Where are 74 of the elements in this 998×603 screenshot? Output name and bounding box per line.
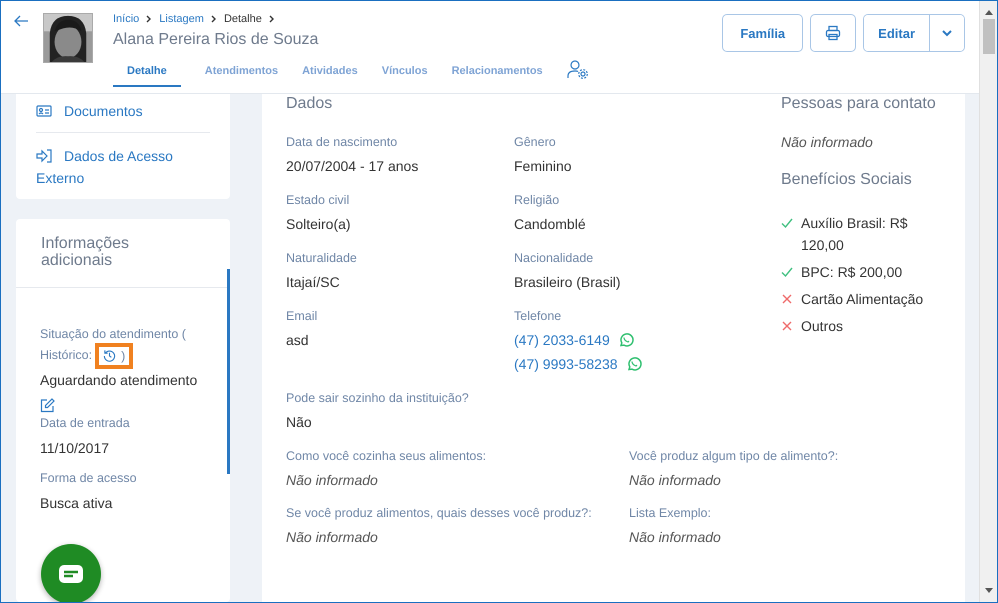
scroll-up-icon[interactable] bbox=[984, 9, 992, 15]
breadcrumb-link[interactable]: Listagem bbox=[159, 13, 204, 25]
tab[interactable]: Atividades bbox=[302, 57, 358, 87]
sidebar-link[interactable]: Dados de Acesso Externo bbox=[36, 132, 210, 199]
chevron-right-icon bbox=[268, 15, 276, 23]
field-label: Data de nascimento bbox=[286, 134, 398, 151]
section-title: Benefícios Sociais bbox=[781, 170, 913, 190]
section-title: Pessoas para contato bbox=[781, 94, 937, 114]
field-label: ) bbox=[121, 348, 126, 362]
field-value: Não informado bbox=[781, 133, 874, 152]
chevron-down-icon bbox=[942, 30, 952, 36]
tab[interactable]: Atendimentos bbox=[204, 57, 278, 87]
field-label: Naturalidade bbox=[286, 250, 358, 267]
chevron-right-icon bbox=[210, 15, 218, 23]
whatsapp-icon[interactable] bbox=[626, 356, 642, 372]
scrollbar-thumb[interactable] bbox=[982, 19, 994, 54]
breadcrumb-link[interactable]: Início bbox=[113, 13, 140, 25]
benefit-label: BPC: R$ 200,00 bbox=[801, 263, 902, 282]
user-settings-icon[interactable] bbox=[566, 59, 589, 79]
id-card-icon bbox=[36, 104, 52, 118]
field-value: Aguardando atendimento bbox=[40, 372, 198, 388]
field-label: Telefone bbox=[514, 308, 562, 325]
field-value: Não informado bbox=[286, 471, 379, 490]
field-value: 20/07/2004 - 17 anos bbox=[286, 157, 420, 176]
field-label: Data de entrada bbox=[40, 415, 131, 432]
phone-link[interactable]: (47) 9993-58238 bbox=[514, 354, 618, 374]
tab[interactable]: Vínculos bbox=[382, 57, 428, 87]
tab[interactable]: Detalhe bbox=[113, 57, 181, 87]
field-label: Email bbox=[286, 308, 318, 325]
field-value: Não informado bbox=[629, 471, 722, 490]
field-label: Você produz algum tipo de alimento?: bbox=[629, 448, 840, 465]
chevron-right-icon bbox=[145, 15, 154, 23]
history-icon[interactable] bbox=[103, 349, 116, 362]
chat-icon bbox=[59, 565, 83, 583]
field-label: Religião bbox=[514, 192, 560, 209]
tab[interactable]: Relacionamentos bbox=[452, 57, 543, 87]
field-label: Forma de acesso bbox=[40, 470, 138, 487]
field-label: Situação do atendimento ( bbox=[40, 326, 187, 343]
field-value: Não bbox=[286, 413, 313, 432]
field-value: Busca ativa bbox=[40, 495, 114, 511]
field-label: Lista Exemplo: bbox=[629, 505, 712, 522]
field-label: Pode sair sozinho da instituição? bbox=[286, 390, 470, 407]
field-label: Estado civil bbox=[286, 192, 350, 209]
history-label: Histórico: bbox=[40, 347, 92, 364]
card-title: Informações adicionais bbox=[16, 219, 227, 288]
field-value: Candomblé bbox=[514, 215, 587, 234]
whatsapp-icon[interactable] bbox=[618, 332, 634, 348]
family-button[interactable]: Família bbox=[722, 14, 804, 52]
benefit-label: Auxílio Brasil: R$ 120,00 bbox=[801, 214, 909, 255]
sidebar-link[interactable]: Documentos bbox=[36, 94, 210, 132]
benefit-label: Outros bbox=[801, 317, 844, 336]
sign-in-icon bbox=[36, 149, 52, 163]
field-label: Se você produz alimentos, quais desses você produz?: bbox=[286, 505, 593, 522]
field-value: Brasileiro (Brasil) bbox=[514, 273, 622, 292]
edit-icon[interactable] bbox=[40, 398, 55, 413]
field-label: Como você cozinha seus alimentos: bbox=[286, 448, 488, 465]
field-value: asd bbox=[286, 331, 310, 350]
breadcrumb-link[interactable]: Detalhe bbox=[224, 13, 262, 25]
person-name: Alana Pereira Rios de Souza bbox=[113, 31, 320, 49]
field-label: Nacionalidade bbox=[514, 250, 594, 267]
field-value: Não informado bbox=[629, 528, 722, 547]
section-title: Dados bbox=[286, 94, 334, 114]
phone-link[interactable]: (47) 2033-6149 bbox=[514, 330, 610, 350]
field-value: Feminino bbox=[514, 157, 573, 176]
print-button[interactable] bbox=[810, 14, 856, 52]
field-value: Solteiro(a) bbox=[286, 215, 352, 234]
field-value: Itajaí/SC bbox=[286, 273, 341, 292]
scroll-down-icon[interactable] bbox=[984, 588, 992, 594]
field-label: Gênero bbox=[514, 134, 557, 151]
scrollbar[interactable] bbox=[979, 1, 997, 602]
field-value: 11/10/2017 bbox=[40, 440, 110, 456]
benefit-label: Cartão Alimentação bbox=[801, 290, 924, 309]
printer-icon bbox=[825, 25, 842, 41]
field-value: Não informado bbox=[286, 528, 379, 547]
